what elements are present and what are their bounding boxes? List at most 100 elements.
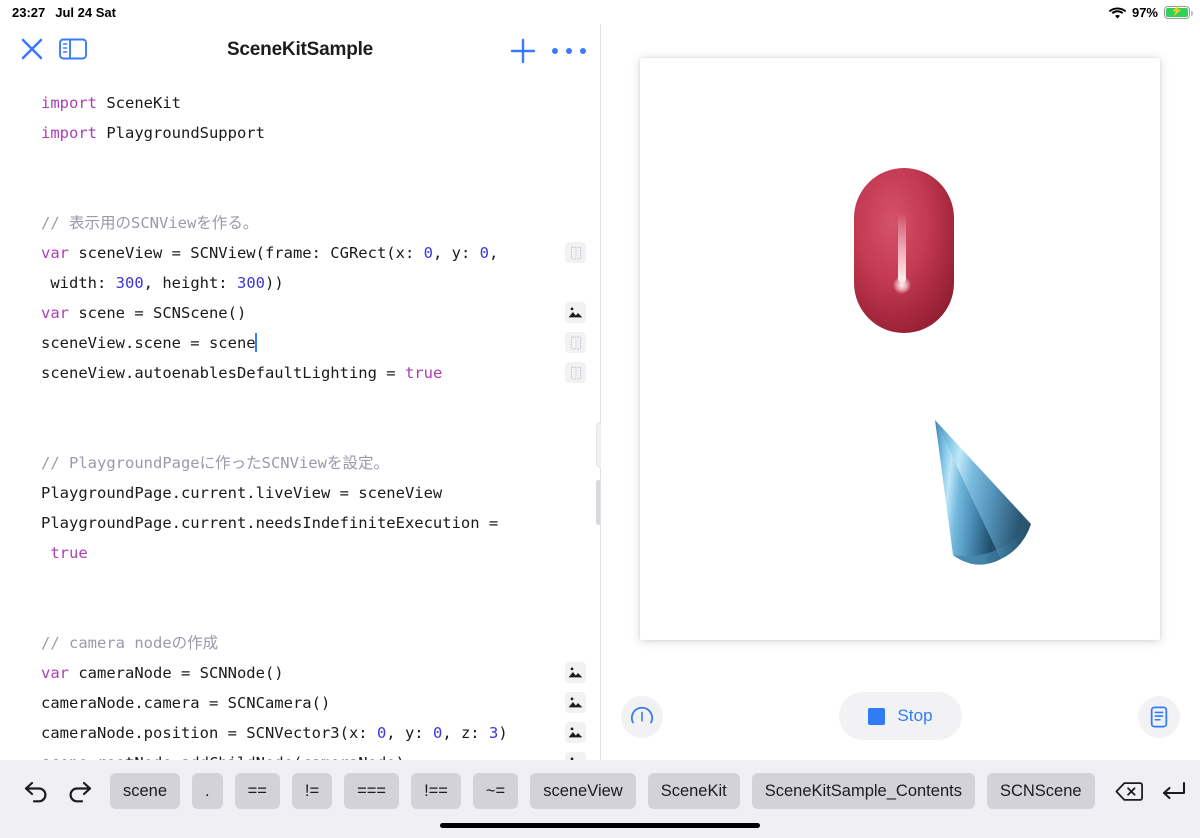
- code-token: sceneView.autoenablesDefaultLighting =: [41, 364, 405, 382]
- keyboard-suggestion-label: SCNScene: [999, 781, 1082, 800]
- keyboard-suggestions-row: scene. == != === !== ~= sceneView SceneKit Scene…: [0, 760, 1200, 822]
- chevron-up-icon[interactable]: [1195, 769, 1200, 813]
- code-line[interactable]: sceneView.scene = scene: [0, 328, 600, 358]
- code-token: cameraNode = SCNNode(): [78, 664, 284, 682]
- code-line[interactable]: var sceneView = SCNView(frame: CGRect(x:…: [0, 238, 600, 268]
- keyboard-suggestion-chip[interactable]: ~=: [472, 773, 519, 809]
- keyboard-accessory-bar: scene. == != === !== ~= sceneView SceneKit Scene…: [0, 760, 1200, 838]
- code-line[interactable]: // camera nodeの作成: [0, 628, 600, 658]
- status-time: 23:27: [12, 4, 46, 20]
- code-line[interactable]: cameraNode.camera = SCNCamera(): [0, 688, 600, 718]
- live-view-controls: Stop: [601, 684, 1200, 760]
- keyboard-suggestion-chip[interactable]: .: [192, 773, 223, 809]
- plus-icon[interactable]: [508, 36, 538, 66]
- code-token: // camera nodeの作成: [41, 634, 219, 652]
- editor-toolbar: SceneKitSample: [0, 24, 600, 76]
- code-token: PlaygroundPage.current.needsIndefiniteEx…: [41, 514, 499, 532]
- live-view-canvas[interactable]: [640, 58, 1160, 640]
- stop-button[interactable]: Stop: [839, 692, 962, 740]
- code-lines[interactable]: import SceneKit import PlaygroundSupport /…: [0, 76, 600, 760]
- code-line[interactable]: [0, 418, 600, 448]
- redo-icon[interactable]: [58, 769, 102, 813]
- ellipsis-dot: [552, 48, 558, 54]
- code-token: sceneView.scene = scene: [41, 334, 256, 352]
- status-bar: 23:27 Jul 24 Sat 97% ⚡: [0, 0, 1200, 24]
- keyboard-suggestion-chip[interactable]: SceneKitSample_Contents: [751, 773, 975, 809]
- keyboard-suggestion-chip[interactable]: !==: [411, 773, 461, 809]
- keyboard-suggestion-label: SceneKitSample_Contents: [764, 781, 962, 800]
- code-token: cameraNode.camera = SCNCamera(): [41, 694, 331, 712]
- live-view-panel: Stop: [601, 24, 1200, 760]
- code-line[interactable]: [0, 148, 600, 178]
- code-token: , y:: [386, 724, 433, 742]
- code-line[interactable]: [0, 598, 600, 628]
- keyboard-suggestion-chip[interactable]: ==: [234, 773, 280, 809]
- code-line[interactable]: // 表示用のSCNViewを作る。: [0, 208, 600, 238]
- wifi-icon: [1108, 7, 1127, 20]
- code-line[interactable]: // PlaygroundPageに作ったSCNViewを設定。: [0, 448, 600, 478]
- keyboard-suggestion-chip[interactable]: scene: [110, 773, 181, 809]
- document-icon[interactable]: [1138, 696, 1180, 738]
- keyboard-suggestion-chip[interactable]: SCNScene: [986, 773, 1095, 809]
- code-line[interactable]: true: [0, 538, 600, 568]
- image-icon[interactable]: [565, 662, 586, 683]
- keyboard-suggestion-label: ~=: [485, 781, 506, 800]
- code-editor[interactable]: import SceneKit import PlaygroundSupport /…: [0, 76, 600, 760]
- code-line[interactable]: PlaygroundPage.current.needsIndefiniteEx…: [0, 508, 600, 538]
- status-bar-left: 23:27 Jul 24 Sat: [12, 5, 116, 20]
- code-token: , height:: [143, 274, 237, 292]
- document-icon[interactable]: [565, 332, 586, 353]
- keyboard-suggestion-chip[interactable]: ===: [344, 773, 400, 809]
- keyboard-suggestion-label: scene: [123, 781, 168, 800]
- document-icon[interactable]: [565, 362, 586, 383]
- code-token: true: [50, 544, 88, 562]
- keyboard-suggestion-chip[interactable]: !=: [291, 773, 333, 809]
- code-token: var: [41, 664, 79, 682]
- code-line[interactable]: [0, 178, 600, 208]
- code-token: 0: [423, 244, 433, 262]
- code-line[interactable]: cameraNode.position = SCNVector3(x: 0, y…: [0, 718, 600, 748]
- code-token: )): [264, 274, 284, 292]
- code-line[interactable]: [0, 388, 600, 418]
- stop-button-label: Stop: [897, 706, 933, 725]
- code-line[interactable]: import PlaygroundSupport: [0, 118, 600, 148]
- code-token: sceneView = SCNView(frame: CGRect(x:: [78, 244, 424, 262]
- ellipsis-icon[interactable]: [552, 44, 586, 58]
- keyboard-suggestion-label: .: [205, 781, 210, 800]
- playgrounds-app-window: 23:27 Jul 24 Sat 97% ⚡ SceneKitSample im…: [0, 0, 1200, 838]
- code-line[interactable]: var scene = SCNScene(): [0, 298, 600, 328]
- keyboard-suggestion-chip[interactable]: SceneKit: [647, 773, 740, 809]
- text-cursor: [254, 333, 257, 352]
- image-icon[interactable]: [565, 752, 586, 760]
- image-icon[interactable]: [565, 722, 586, 743]
- code-line[interactable]: width: 300, height: 300)): [0, 268, 600, 298]
- image-icon[interactable]: [565, 302, 586, 323]
- code-line[interactable]: import SceneKit: [0, 88, 600, 118]
- code-line[interactable]: [0, 568, 600, 598]
- undo-icon[interactable]: [14, 769, 58, 813]
- keyboard-suggestion-label: !=: [304, 781, 320, 800]
- code-token: ): [498, 724, 508, 742]
- code-token: , z:: [442, 724, 489, 742]
- backspace-icon[interactable]: [1107, 769, 1151, 813]
- code-token: 0: [376, 724, 387, 742]
- code-token: ,: [488, 244, 499, 262]
- code-token: 0: [432, 724, 443, 742]
- document-icon[interactable]: [565, 242, 586, 263]
- image-icon[interactable]: [565, 692, 586, 713]
- code-line[interactable]: PlaygroundPage.current.liveView = sceneV…: [0, 478, 600, 508]
- charging-bolt-icon: ⚡: [1170, 6, 1184, 17]
- ellipsis-dot: [580, 48, 586, 54]
- keyboard-suggestion-label: !==: [424, 781, 448, 800]
- keyboard-suggestion-chip[interactable]: sceneView: [530, 773, 636, 809]
- code-line[interactable]: var cameraNode = SCNNode(): [0, 658, 600, 688]
- speedometer-icon[interactable]: [621, 696, 663, 738]
- code-line[interactable]: scene.rootNode.addChildNode(cameraNode): [0, 748, 600, 760]
- code-token: PlaygroundSupport: [106, 124, 265, 142]
- code-token: 3: [488, 724, 499, 742]
- status-bar-right: 97% ⚡: [1108, 5, 1193, 20]
- code-line[interactable]: sceneView.autoenablesDefaultLighting = t…: [0, 358, 600, 388]
- code-token: var: [41, 304, 79, 322]
- return-icon[interactable]: [1151, 769, 1195, 813]
